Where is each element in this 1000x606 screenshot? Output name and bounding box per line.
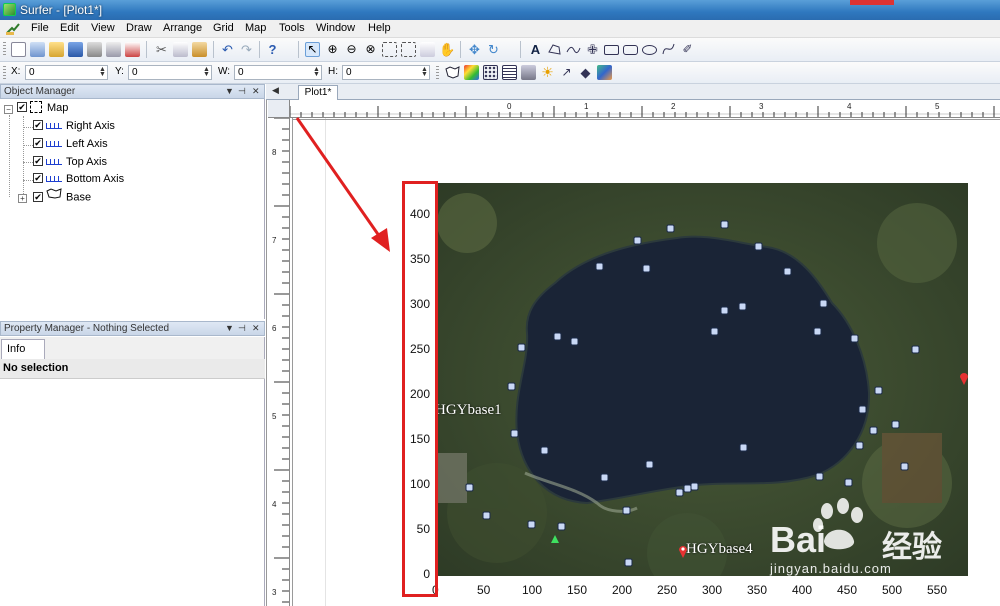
watermark-url: jingyan.baidu.com bbox=[770, 561, 892, 576]
baidu-watermark: Bai 经验 jingyan.baidu.com bbox=[770, 497, 995, 577]
watermark-brand: Bai bbox=[770, 519, 827, 560]
watermark-brand2: 经验 bbox=[882, 530, 942, 565]
